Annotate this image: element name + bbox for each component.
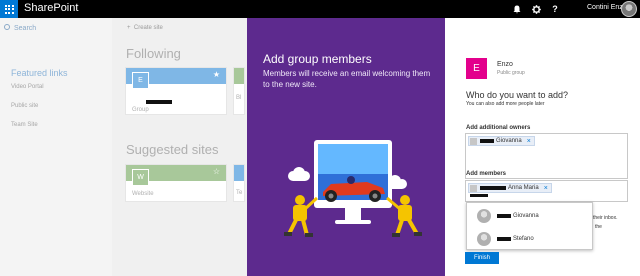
help-icon[interactable]: ?: [546, 0, 564, 18]
member-chip: Anna Maria ×: [468, 183, 552, 193]
suggestion-name: Giovanna: [513, 212, 539, 219]
race-car-illustration: [284, 140, 422, 237]
redacted-surname: [480, 139, 494, 143]
partially-hidden-text: the: [595, 224, 602, 230]
suggested-site-card-peek[interactable]: [233, 164, 245, 202]
person-icon: [477, 231, 491, 246]
waffle-icon[interactable]: [0, 0, 18, 18]
gear-icon[interactable]: [527, 0, 545, 18]
redacted-site-name: [146, 100, 172, 104]
bell-icon[interactable]: [508, 0, 526, 18]
suggestion-item[interactable]: Stefano: [467, 227, 592, 250]
card-subtitle: Group: [132, 107, 149, 113]
suggested-site-card[interactable]: W ☆ Website: [125, 164, 227, 202]
app-brand[interactable]: SharePoint: [24, 2, 78, 14]
site-initial: W: [132, 169, 149, 186]
following-site-card[interactable]: E ★ Group: [125, 67, 227, 115]
suggested-heading: Suggested sites: [126, 142, 219, 157]
suggestion-name: Stefano: [513, 235, 534, 242]
card-band: [234, 68, 244, 84]
redacted-surname: [480, 186, 506, 190]
partially-hidden-text: their inbox.: [593, 215, 618, 221]
card-subtitle: Website: [132, 191, 154, 197]
featured-link-video-portal[interactable]: Video Portal: [11, 84, 44, 90]
star-icon[interactable]: ★: [213, 70, 220, 79]
typed-query-redacted[interactable]: [470, 194, 488, 197]
featured-link-public-site[interactable]: Public site: [11, 103, 38, 109]
site-initial: E: [132, 72, 149, 89]
featured-link-team-site[interactable]: Team Site: [11, 122, 38, 128]
who-to-add-subtitle: You can also add more people later: [466, 101, 545, 107]
redacted-surname: [497, 213, 511, 218]
peek-card-label: Bl: [236, 95, 242, 101]
remove-owner-icon[interactable]: ×: [527, 138, 531, 145]
top-bar: SharePoint ? Contini Enzo: [0, 0, 640, 18]
group-name: Enzo: [497, 61, 513, 68]
following-site-card-peek[interactable]: [233, 67, 245, 115]
owner-name: Giovanna: [496, 138, 522, 144]
people-suggestions-dropdown: Giovanna Stefano: [466, 202, 593, 250]
suggestion-item[interactable]: Giovanna: [467, 204, 592, 227]
owner-chip: Giovanna ×: [468, 136, 535, 146]
card-band: [234, 165, 244, 181]
create-site-button[interactable]: + Create site: [127, 25, 163, 31]
group-initial-tile: E: [466, 58, 487, 79]
create-site-label: Create site: [133, 25, 163, 31]
finish-button[interactable]: Finish: [465, 252, 499, 264]
featured-links-title: Featured links: [11, 68, 68, 78]
members-people-picker[interactable]: Anna Maria ×: [465, 180, 628, 202]
plus-icon: +: [127, 25, 131, 31]
search-placeholder: Search: [14, 25, 37, 32]
member-name: Anna Maria: [508, 185, 539, 191]
following-heading: Following: [126, 46, 181, 61]
group-type: Public group: [497, 70, 525, 76]
peek-card-label: Te: [236, 190, 243, 196]
add-members-purple-panel: Add group members Members will receive a…: [247, 18, 445, 276]
panel-description: Members will receive an email welcoming …: [263, 69, 431, 89]
remove-member-icon[interactable]: ×: [544, 185, 548, 192]
search-box[interactable]: Search: [4, 24, 36, 32]
person-icon: [470, 137, 477, 145]
panel-title: Add group members: [263, 52, 372, 66]
left-nav: [0, 18, 112, 276]
owners-label: Add additional owners: [466, 125, 531, 131]
redacted-surname: [497, 236, 511, 241]
members-label: Add members: [466, 171, 507, 177]
avatar[interactable]: [621, 1, 637, 17]
search-icon: [4, 24, 10, 30]
person-icon: [477, 208, 491, 223]
person-icon: [470, 184, 477, 192]
star-icon[interactable]: ☆: [213, 167, 220, 176]
who-to-add-heading: Who do you want to add?: [466, 90, 569, 100]
